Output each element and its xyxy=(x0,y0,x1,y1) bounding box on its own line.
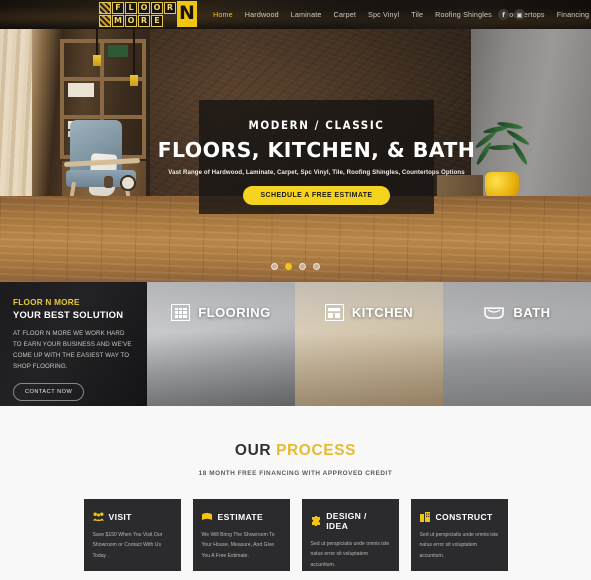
logo-letter-r: R xyxy=(164,1,176,14)
contact-now-button[interactable]: CONTACT NOW xyxy=(13,383,85,402)
puzzle-icon xyxy=(311,516,322,527)
nav-item-hardwood[interactable]: Hardwood xyxy=(245,10,279,19)
process-title-part2: PROCESS xyxy=(276,442,357,459)
kitchen-cabinet-icon xyxy=(324,304,344,321)
carousel-dots xyxy=(0,263,591,270)
logo-letter-o3: O xyxy=(125,14,137,27)
building-icon xyxy=(420,511,431,522)
process-title-part1: OUR xyxy=(234,442,277,459)
money-icon xyxy=(202,511,213,522)
logo-letter-boxes: F L O O R M O R E xyxy=(99,1,176,27)
logo-row-bottom: M O R E xyxy=(99,14,176,27)
nav-item-home[interactable]: Home xyxy=(213,10,233,19)
hero-carousel: MODERN / CLASSIC FLOORS, KITCHEN, & BATH… xyxy=(0,29,591,282)
logo-box-texture-1 xyxy=(99,1,111,14)
hero-title: FLOORS, KITCHEN, & BATH xyxy=(157,138,476,162)
process-card-title-design: DESIGN / IDEA xyxy=(326,511,367,531)
logo-letter-l: L xyxy=(125,1,137,14)
facebook-icon[interactable]: f xyxy=(498,9,509,20)
main-navigation: Home Hardwood Laminate Carpet Spc Vinyl … xyxy=(213,0,589,29)
construct-card-head: CONSTRUCT xyxy=(420,511,499,522)
logo-letter-r2: R xyxy=(138,14,150,27)
visit-card-head: VISIT xyxy=(92,511,172,522)
process-card-body-visit: Save $150 When You Visit Our Showroom or… xyxy=(92,532,163,559)
website-page: F L O O R M O R E N Home Hardwood Lamina… xyxy=(0,0,591,580)
hero-kicker: MODERN / CLASSIC xyxy=(248,118,385,132)
feature-label-kitchen: KITCHEN xyxy=(351,305,414,320)
process-subtitle: 18 MONTH FREE FINANCING WITH APPROVED CR… xyxy=(198,470,393,477)
flooring-label-group: FLOORING xyxy=(171,304,271,321)
hero-armchair xyxy=(63,119,146,208)
process-card-construct[interactable]: CONSTRUCT Sed ut perspiciatis unde omnis… xyxy=(410,499,508,571)
carousel-dot-2[interactable] xyxy=(285,263,292,270)
feature-card-flooring[interactable]: FLOORING xyxy=(147,282,295,406)
hero-pendant-lamp-2 xyxy=(130,29,138,86)
hero-clock xyxy=(120,174,136,191)
logo-box-texture-2 xyxy=(99,14,111,27)
process-section: OUR PROCESS 18 MONTH FREE FINANCING WITH… xyxy=(0,406,591,571)
hero-subtitle: Vast Range of Hardwood, Laminate, Carpet… xyxy=(168,169,465,176)
nav-item-carpet[interactable]: Carpet xyxy=(334,10,356,19)
nav-item-financing[interactable]: Financing xyxy=(557,10,590,19)
bath-label-group: BATH xyxy=(483,304,550,321)
process-card-title-estimate: ESTIMATE xyxy=(217,511,264,522)
logo-letter-f: F xyxy=(112,1,124,14)
logo-n-mark: N xyxy=(177,1,197,27)
logo-letter-e: E xyxy=(151,14,163,27)
schedule-free-estimate-button[interactable]: SCHEDULE A FREE ESTIMATE xyxy=(243,186,390,205)
kitchen-label-group: KITCHEN xyxy=(324,304,414,321)
feature-card-bath[interactable]: BATH xyxy=(443,282,591,406)
tile-grid-icon xyxy=(171,304,191,321)
promo-panel: FLOOR N MORE YOUR BEST SOLUTION AT FLOOR… xyxy=(0,282,147,406)
promo-kicker: FLOOR N MORE xyxy=(13,298,80,307)
site-logo[interactable]: F L O O R M O R E N xyxy=(99,1,197,27)
nav-item-laminate[interactable]: Laminate xyxy=(291,10,322,19)
feature-card-kitchen[interactable]: KITCHEN xyxy=(295,282,443,406)
process-card-title-visit: VISIT xyxy=(108,511,132,522)
nav-item-roofing-shingles[interactable]: Roofing Shingles xyxy=(435,10,492,19)
carousel-dot-4[interactable] xyxy=(313,263,320,270)
carousel-dot-3[interactable] xyxy=(299,263,306,270)
logo-row-top: F L O O R xyxy=(99,1,176,14)
carousel-dot-1[interactable] xyxy=(271,263,278,270)
site-header: F L O O R M O R E N Home Hardwood Lamina… xyxy=(0,0,591,29)
instagram-icon[interactable]: ▣ xyxy=(514,9,525,20)
people-icon xyxy=(92,511,104,522)
process-card-visit[interactable]: VISIT Save $150 When You Visit Our Showr… xyxy=(83,499,181,571)
nav-item-spc-vinyl[interactable]: Spc Vinyl xyxy=(368,10,399,19)
feature-label-bath: BATH xyxy=(513,305,551,320)
logo-letter-m: M xyxy=(112,14,124,27)
estimate-card-head: ESTIMATE xyxy=(202,511,281,522)
process-card-design[interactable]: DESIGN / IDEA Sed ut perspiciatis unde o… xyxy=(301,499,399,571)
process-cards: VISIT Save $150 When You Visit Our Showr… xyxy=(0,499,591,571)
social-links: f ▣ xyxy=(498,0,525,29)
hero-pendant-lamp-1 xyxy=(93,29,101,66)
design-card-head: DESIGN / IDEA xyxy=(311,511,390,531)
process-card-body-design: Sed ut perspiciatis unde omnis iste natu… xyxy=(310,541,390,568)
hero-vase xyxy=(104,176,113,189)
promo-title: YOUR BEST SOLUTION xyxy=(13,309,124,320)
process-card-body-construct: Sed ut perspiciatis unde omnis iste natu… xyxy=(419,532,499,559)
bathtub-icon xyxy=(483,304,505,321)
process-card-estimate[interactable]: ESTIMATE We Will Bring The Showroom To Y… xyxy=(192,499,290,571)
logo-letter-o1: O xyxy=(138,1,150,14)
logo-letter-o2: O xyxy=(151,1,163,14)
hero-text-panel: MODERN / CLASSIC FLOORS, KITCHEN, & BATH… xyxy=(158,100,475,214)
feature-strip: FLOOR N MORE YOUR BEST SOLUTION AT FLOOR… xyxy=(0,282,591,406)
process-card-title-construct: CONSTRUCT xyxy=(435,511,493,522)
promo-body: AT FLOOR N MORE WE WORK HARD TO EARN YOU… xyxy=(13,330,132,370)
process-card-body-estimate: We Will Bring The Showroom To Your House… xyxy=(201,532,275,559)
process-title: OUR PROCESS xyxy=(0,442,591,460)
feature-label-flooring: FLOORING xyxy=(198,305,271,320)
hero-wood-panel xyxy=(0,29,32,199)
nav-item-tile[interactable]: Tile xyxy=(411,10,423,19)
